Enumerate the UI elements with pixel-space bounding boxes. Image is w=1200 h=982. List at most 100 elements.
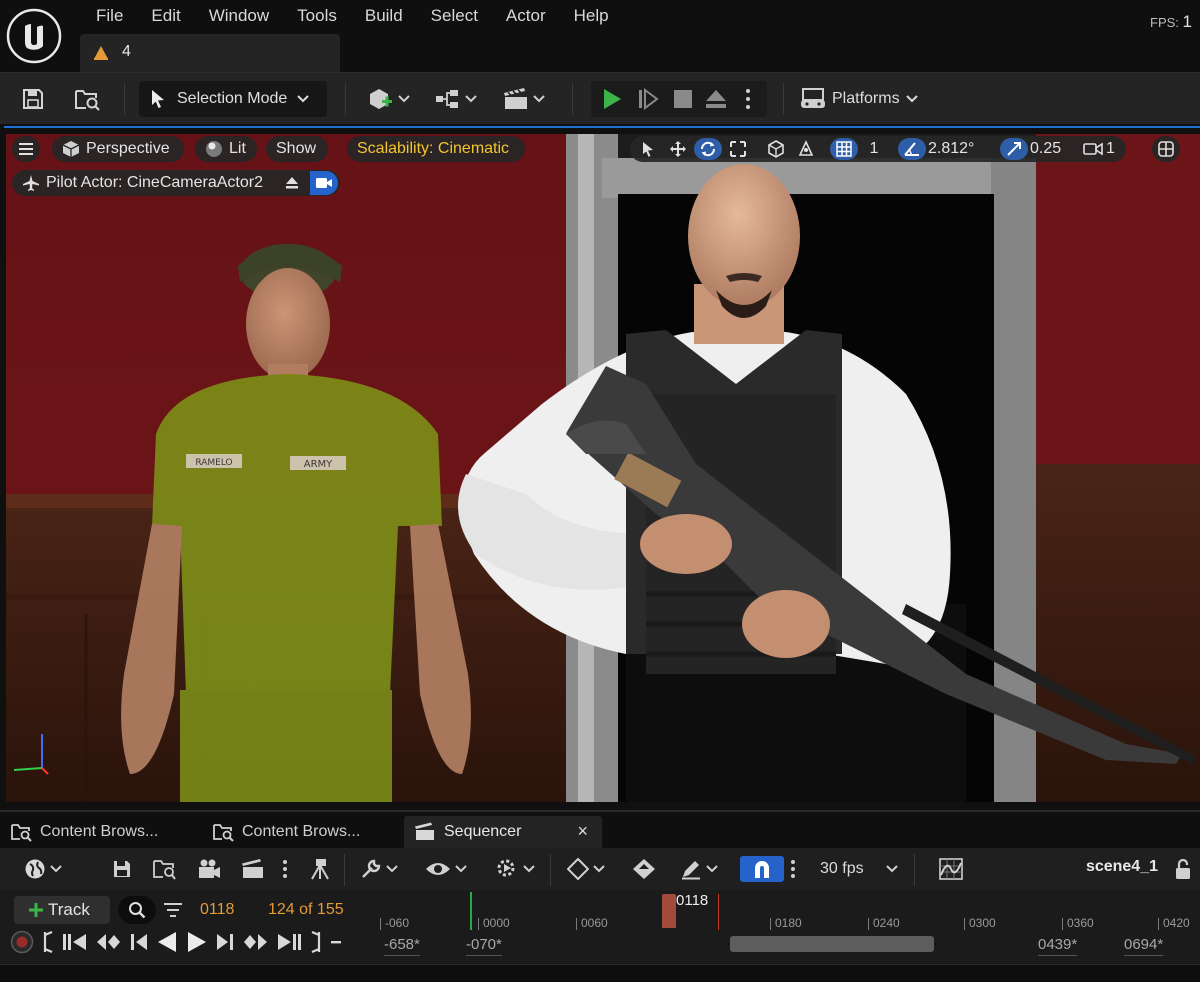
filter-icon[interactable] [164, 902, 182, 918]
seq-browse-button[interactable] [150, 856, 178, 882]
tab-content-browser-1[interactable]: Content Brows... [0, 816, 200, 848]
lock-icon[interactable] [1174, 858, 1192, 880]
viewport-scene[interactable]: RAMELO ARMY [6, 134, 1200, 802]
perspective-dropdown[interactable]: Perspective [52, 136, 184, 162]
eject-pilot-button[interactable] [280, 172, 304, 194]
camera-rig-button[interactable] [306, 856, 334, 882]
ruler-tick: 0000 [478, 917, 510, 930]
seq-play-button[interactable] [186, 931, 208, 957]
snapping-options-button[interactable] [788, 856, 798, 882]
add-track-button[interactable]: Track [14, 896, 110, 924]
menu-build[interactable]: Build [351, 4, 417, 28]
render-movie-button[interactable] [196, 856, 222, 882]
view-options-dropdown[interactable] [422, 856, 470, 882]
toolbar-separator [344, 854, 345, 886]
curve-editor-dropdown[interactable] [676, 856, 722, 882]
key-options-dropdown[interactable] [562, 856, 610, 882]
show-dropdown[interactable]: Show [266, 136, 328, 162]
blueprints-button[interactable] [432, 81, 480, 117]
scale-snap-button[interactable] [1000, 138, 1028, 160]
camera-speed-value[interactable]: 1 [1106, 140, 1122, 158]
rotate-mode-button[interactable] [694, 138, 722, 160]
clapper-button[interactable] [240, 856, 266, 882]
tab-sequencer[interactable]: Sequencer × [404, 816, 602, 848]
playhead-handle[interactable] [662, 894, 676, 928]
level-icon [94, 46, 108, 60]
previous-key-button[interactable] [96, 932, 122, 956]
level-tab[interactable]: 4 [80, 34, 340, 72]
track-search-button[interactable] [118, 896, 156, 924]
working-range-end[interactable]: 0439* [1038, 936, 1078, 956]
rotation-snap-button[interactable] [898, 138, 926, 160]
step-back-button[interactable] [130, 932, 148, 956]
current-frame-value[interactable]: 0118 [200, 901, 234, 919]
platforms-dropdown[interactable]: Platforms [800, 81, 930, 117]
curve-editor-button[interactable] [936, 856, 966, 882]
more-vertical-icon [283, 860, 287, 878]
step-forward-button[interactable] [216, 932, 234, 956]
jump-to-start-button[interactable] [42, 930, 54, 957]
viewport-options-button[interactable] [12, 136, 40, 162]
playback-end-marker[interactable] [718, 894, 719, 930]
save-button[interactable] [18, 81, 48, 117]
loop-mode-button[interactable] [330, 932, 342, 956]
play-reverse-button[interactable] [156, 931, 178, 957]
menu-actor[interactable]: Actor [492, 4, 560, 28]
view-mode-dropdown[interactable]: Lit [195, 136, 257, 162]
menu-tools[interactable]: Tools [283, 4, 351, 28]
grid-snap-button[interactable] [830, 138, 858, 160]
tab-label: Sequencer [444, 823, 522, 840]
browse-button[interactable] [70, 81, 104, 117]
grid-size-value[interactable]: 1 [860, 140, 888, 158]
scalability-dropdown[interactable]: Scalability: Cinematic [347, 136, 525, 162]
timeline-scrollbar[interactable] [730, 936, 934, 952]
jump-to-end-button[interactable] [310, 930, 322, 957]
frame-rate-dropdown[interactable]: 30 fps [820, 856, 898, 882]
menu-file[interactable]: File [82, 4, 137, 28]
eject-button[interactable] [705, 89, 727, 113]
jump-next-key-button[interactable] [276, 932, 302, 956]
menu-edit[interactable]: Edit [137, 4, 194, 28]
play-options-button[interactable] [745, 87, 751, 115]
rotation-snap-value[interactable]: 2.812° [928, 140, 990, 158]
main-toolbar: Selection Mode Platforms [0, 72, 1200, 124]
selection-mode-dropdown[interactable]: Selection Mode [139, 81, 327, 117]
menu-help[interactable]: Help [560, 4, 623, 28]
jump-previous-key-button[interactable] [62, 932, 88, 956]
view-range-end[interactable]: 0694* [1124, 936, 1164, 956]
scale-snap-value[interactable]: 0.25 [1030, 140, 1074, 158]
camera-view-button[interactable] [310, 171, 338, 195]
menu-window[interactable]: Window [195, 4, 283, 28]
play-button[interactable] [601, 88, 623, 114]
tools-dropdown[interactable] [356, 856, 402, 882]
working-range-start[interactable]: -070* [466, 936, 502, 956]
playback-options-dropdown[interactable] [492, 856, 538, 882]
record-button[interactable] [10, 930, 34, 958]
unreal-logo-icon[interactable] [6, 8, 62, 64]
snapping-toggle[interactable] [740, 856, 784, 882]
viewport-layout-button[interactable] [1152, 136, 1180, 162]
next-key-button[interactable] [242, 932, 268, 956]
key-forward-icon [244, 934, 267, 950]
playback-start-marker[interactable] [470, 892, 472, 930]
seq-more-button[interactable] [280, 856, 290, 882]
advance-frame-button[interactable] [637, 88, 659, 114]
seq-save-button[interactable] [110, 856, 134, 882]
timeline-ruler[interactable]: 0118 -060 0000 0060 0180 0240 0300 0360 … [366, 890, 1200, 964]
view-range-start[interactable]: -658* [384, 936, 420, 956]
select-mode-button[interactable] [634, 138, 662, 160]
stop-button[interactable] [673, 89, 693, 113]
world-settings-button[interactable] [18, 856, 68, 882]
close-tab-button[interactable]: × [577, 821, 588, 842]
translate-mode-button[interactable] [664, 138, 692, 160]
camera-speed-button[interactable] [1082, 138, 1104, 160]
level-name: 4 [122, 43, 131, 60]
tab-content-browser-2[interactable]: Content Brows... [202, 816, 402, 848]
add-actor-button[interactable] [364, 81, 412, 117]
scale-mode-button[interactable] [724, 138, 752, 160]
cinematics-button[interactable] [500, 81, 548, 117]
menu-select[interactable]: Select [417, 4, 492, 28]
surface-snap-button[interactable] [792, 138, 820, 160]
coordinate-space-button[interactable] [762, 138, 790, 160]
auto-key-button[interactable] [630, 856, 658, 882]
